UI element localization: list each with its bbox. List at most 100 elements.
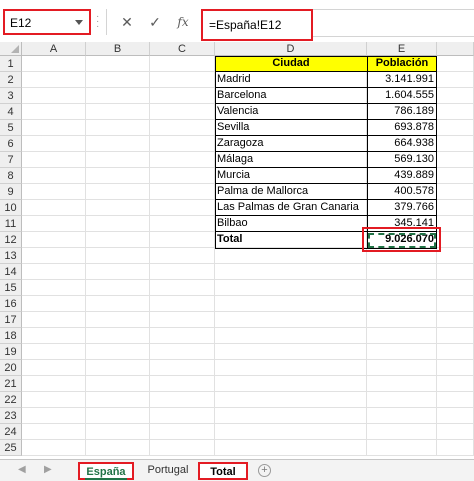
- grid-cell[interactable]: [86, 152, 150, 168]
- grid-cell[interactable]: [86, 104, 150, 120]
- grid-cell[interactable]: [367, 408, 437, 424]
- grid-cell[interactable]: [437, 120, 474, 136]
- name-box[interactable]: E12: [3, 9, 91, 35]
- grid-cell[interactable]: [86, 296, 150, 312]
- grid-cell[interactable]: [437, 264, 474, 280]
- grid-cell[interactable]: [22, 184, 86, 200]
- population-cell[interactable]: 693.878: [367, 120, 437, 136]
- grid-cell[interactable]: [150, 376, 215, 392]
- grid-cell[interactable]: [22, 392, 86, 408]
- row-header-12[interactable]: 12: [0, 232, 22, 248]
- grid-cell[interactable]: [86, 168, 150, 184]
- population-cell[interactable]: 400.578: [367, 184, 437, 200]
- grid-cell[interactable]: [150, 440, 215, 456]
- population-cell[interactable]: 664.938: [367, 136, 437, 152]
- grid-cell[interactable]: [150, 344, 215, 360]
- row-header-6[interactable]: 6: [0, 136, 22, 152]
- grid-cell[interactable]: [437, 328, 474, 344]
- grid-cell[interactable]: [86, 216, 150, 232]
- grid-cell[interactable]: [437, 392, 474, 408]
- grid-cell[interactable]: [22, 88, 86, 104]
- grid-cell[interactable]: [150, 360, 215, 376]
- grid-cell[interactable]: [215, 264, 367, 280]
- header-cell-poblacion[interactable]: Población: [367, 56, 437, 72]
- grid-cell[interactable]: [150, 328, 215, 344]
- grid-cell[interactable]: [150, 264, 215, 280]
- row-header-3[interactable]: 3: [0, 88, 22, 104]
- grid-cell[interactable]: [215, 392, 367, 408]
- grid-cell[interactable]: [22, 104, 86, 120]
- grid-cell[interactable]: [367, 280, 437, 296]
- grid-cell[interactable]: [86, 376, 150, 392]
- grid-cell[interactable]: [150, 136, 215, 152]
- population-cell[interactable]: 786.189: [367, 104, 437, 120]
- grid-cell[interactable]: [215, 280, 367, 296]
- grid-cell[interactable]: [215, 408, 367, 424]
- grid-cell[interactable]: [150, 216, 215, 232]
- enter-icon[interactable]: ✓: [145, 13, 165, 31]
- grid-cell[interactable]: [86, 328, 150, 344]
- grid-cell[interactable]: [86, 232, 150, 248]
- grid-cell[interactable]: [22, 360, 86, 376]
- grid-cell[interactable]: [437, 440, 474, 456]
- row-header-16[interactable]: 16: [0, 296, 22, 312]
- grid-cell[interactable]: [150, 152, 215, 168]
- row-header-2[interactable]: 2: [0, 72, 22, 88]
- column-header-c[interactable]: C: [150, 42, 215, 56]
- grid-cell[interactable]: [367, 424, 437, 440]
- grid-cell[interactable]: [86, 408, 150, 424]
- grid-cell[interactable]: [22, 72, 86, 88]
- grid-cell[interactable]: [86, 248, 150, 264]
- grid-cell[interactable]: [22, 344, 86, 360]
- grid-cell[interactable]: [22, 424, 86, 440]
- grid-cell[interactable]: [86, 56, 150, 72]
- add-sheet-icon[interactable]: +: [258, 464, 271, 477]
- grid-cell[interactable]: [22, 328, 86, 344]
- grid-cell[interactable]: [437, 200, 474, 216]
- total-label-cell[interactable]: Total: [215, 232, 367, 248]
- formula-input-rest[interactable]: [313, 9, 474, 37]
- grid-cell[interactable]: [86, 120, 150, 136]
- grid-cell[interactable]: [150, 104, 215, 120]
- row-header-11[interactable]: 11: [0, 216, 22, 232]
- grid-cell[interactable]: [437, 424, 474, 440]
- grid-cell[interactable]: [150, 56, 215, 72]
- grid-cell[interactable]: [437, 344, 474, 360]
- grid-cell[interactable]: [215, 424, 367, 440]
- column-header-e[interactable]: E: [367, 42, 437, 56]
- city-cell[interactable]: Zaragoza: [215, 136, 367, 152]
- worksheet-grid[interactable]: ABCDE 1 2 3 4 5 6 7 8 9 10 11 12 13 14 15 16 17 18 19 20 21 2…: [0, 42, 474, 459]
- city-cell[interactable]: Madrid: [215, 72, 367, 88]
- grid-cell[interactable]: [367, 296, 437, 312]
- tab-espana[interactable]: España: [78, 462, 134, 480]
- grid-cell[interactable]: [150, 88, 215, 104]
- grid-cell[interactable]: [367, 440, 437, 456]
- grid-cell[interactable]: [215, 344, 367, 360]
- city-cell[interactable]: Málaga: [215, 152, 367, 168]
- grid-cell[interactable]: [215, 360, 367, 376]
- city-cell[interactable]: Barcelona: [215, 88, 367, 104]
- grid-cell[interactable]: [86, 440, 150, 456]
- grid-cell[interactable]: [22, 440, 86, 456]
- row-header-5[interactable]: 5: [0, 120, 22, 136]
- grid-cell[interactable]: [150, 232, 215, 248]
- city-cell[interactable]: Murcia: [215, 168, 367, 184]
- grid-cell[interactable]: [150, 408, 215, 424]
- grid-cell[interactable]: [150, 392, 215, 408]
- grid-cell[interactable]: [150, 296, 215, 312]
- grid-cell[interactable]: [150, 184, 215, 200]
- grid-cell[interactable]: [215, 248, 367, 264]
- grid-cell[interactable]: [150, 312, 215, 328]
- grid-cell[interactable]: [437, 312, 474, 328]
- select-all-button[interactable]: [0, 42, 22, 56]
- grid-cell[interactable]: [437, 152, 474, 168]
- grid-cell[interactable]: [86, 184, 150, 200]
- header-cell-ciudad[interactable]: Ciudad: [215, 56, 367, 72]
- city-cell[interactable]: Sevilla: [215, 120, 367, 136]
- row-header-4[interactable]: 4: [0, 104, 22, 120]
- grid-cell[interactable]: [437, 376, 474, 392]
- grid-cell[interactable]: [150, 200, 215, 216]
- grid-cell[interactable]: [22, 312, 86, 328]
- grid-cell[interactable]: [22, 376, 86, 392]
- grid-cell[interactable]: [86, 424, 150, 440]
